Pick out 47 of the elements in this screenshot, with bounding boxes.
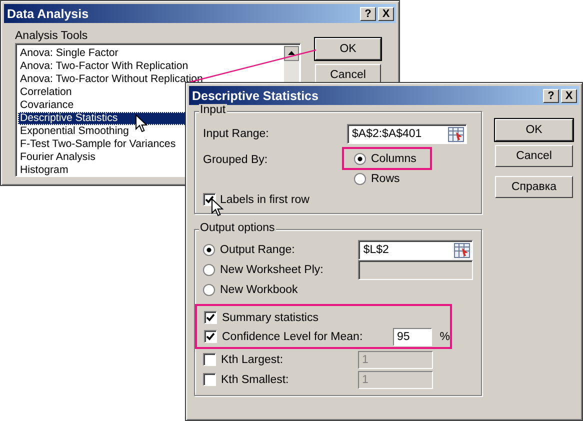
list-label: Analysis Tools xyxy=(15,30,89,42)
radio-button[interactable] xyxy=(354,172,366,184)
output-range-field[interactable]: $L$2 xyxy=(358,240,473,260)
radio-button[interactable] xyxy=(203,284,215,296)
scroll-up-icon[interactable] xyxy=(284,46,299,61)
list-item[interactable]: Anova: Single Factor xyxy=(18,47,284,60)
group-label: Input xyxy=(199,104,227,116)
checkbox-label[interactable]: Kth Smallest: xyxy=(221,374,353,386)
checkbox-label[interactable]: Labels in first row xyxy=(220,194,310,206)
help-button[interactable]: ? xyxy=(360,6,376,20)
input-field[interactable]: 95 xyxy=(392,328,432,346)
radio-button[interactable] xyxy=(354,152,366,164)
checkbox-label[interactable]: Confidence Level for Mean: xyxy=(222,330,388,342)
unit-label: % xyxy=(440,330,450,342)
checkbox[interactable] xyxy=(204,330,217,343)
radio-label[interactable]: New Workbook xyxy=(220,284,360,296)
input-field[interactable] xyxy=(358,260,473,280)
radio-label[interactable]: New Worksheet Ply: xyxy=(220,264,354,276)
dialog-button[interactable]: Cancel xyxy=(495,145,573,167)
dialog-button[interactable]: OK xyxy=(495,119,573,141)
input-range-field[interactable]: $A$2:$A$401 xyxy=(347,124,467,144)
radio-label[interactable]: Output Range: xyxy=(220,244,354,256)
radio-label[interactable]: Columns xyxy=(371,152,416,164)
list-item[interactable]: Anova: Two-Factor With Replication xyxy=(18,60,284,73)
window-title: Descriptive Statistics xyxy=(192,88,320,102)
help-button[interactable]: ? xyxy=(543,88,559,102)
radio-option[interactable]: Columns xyxy=(343,148,431,169)
checkbox[interactable] xyxy=(203,353,216,366)
checkbox[interactable] xyxy=(204,311,217,324)
dialog-button[interactable]: Справка xyxy=(495,176,573,198)
radio-label[interactable]: Rows xyxy=(371,172,400,184)
window-title: Data Analysis xyxy=(7,6,90,20)
range-picker-icon[interactable] xyxy=(448,126,464,142)
close-button[interactable]: X xyxy=(378,6,394,20)
radio-button[interactable] xyxy=(203,244,215,256)
checkbox[interactable] xyxy=(203,373,216,386)
field-label: Grouped By: xyxy=(203,153,268,168)
checkbox-label[interactable]: Kth Largest: xyxy=(221,354,353,366)
checkbox-label[interactable]: Summary statistics xyxy=(222,312,394,324)
close-button[interactable]: X xyxy=(561,88,577,102)
field-label: Input Range: xyxy=(203,128,269,140)
radio-option[interactable]: Rows xyxy=(343,169,431,188)
radio-button[interactable] xyxy=(203,264,215,276)
range-picker-icon[interactable] xyxy=(454,242,470,258)
dialog-button[interactable]: OK xyxy=(315,38,381,60)
cursor-icon xyxy=(135,114,149,134)
group-label: Output options xyxy=(199,222,276,234)
